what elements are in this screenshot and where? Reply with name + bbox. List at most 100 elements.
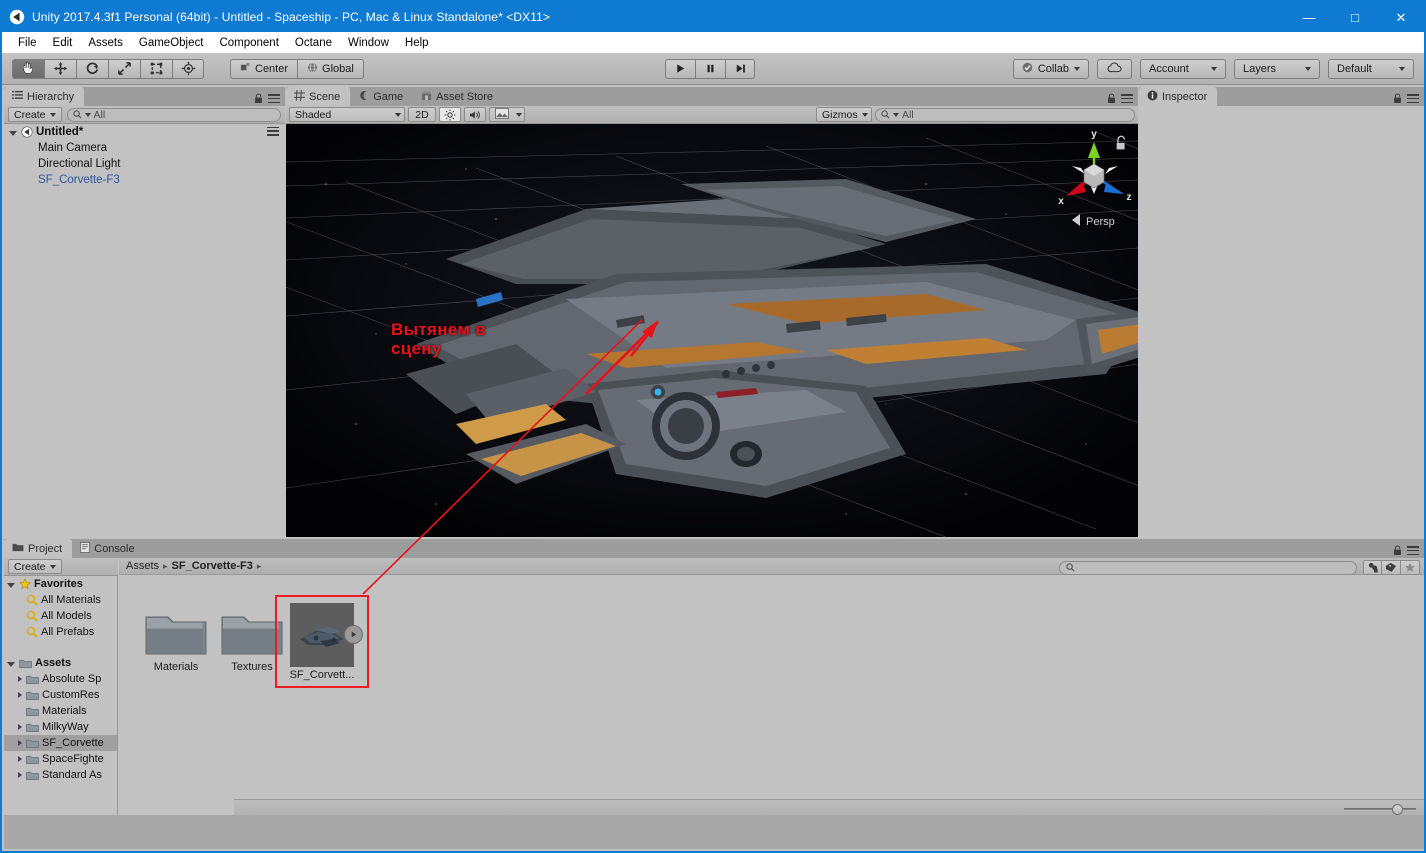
tab-console[interactable]: Console [72, 539, 145, 558]
menu-component[interactable]: Component [211, 33, 286, 52]
annotation-line-1: Вытянем в [391, 320, 486, 339]
scene-search-input[interactable]: All [875, 107, 1135, 122]
chevron-right-icon[interactable] [18, 756, 22, 762]
hierarchy-tree[interactable]: Untitled* Main Camera Directional Light … [4, 124, 285, 537]
tab-asset-store[interactable]: Asset Store [413, 87, 504, 106]
menu-octane[interactable]: Octane [287, 33, 340, 52]
scene-menu-icon[interactable] [267, 126, 279, 136]
gizmos-dropdown[interactable]: Gizmos [816, 107, 872, 122]
project-tree-all-prefabs[interactable]: All Prefabs [4, 624, 117, 640]
scale-tool-button[interactable] [108, 58, 140, 79]
panel-menu-icon[interactable] [1407, 546, 1419, 555]
minimize-button[interactable]: — [1286, 2, 1332, 32]
project-tree-customres[interactable]: CustomRes [4, 687, 117, 703]
tab-game[interactable]: Game [350, 87, 414, 106]
pause-button[interactable] [695, 58, 725, 79]
project-tree-all-materials[interactable]: All Materials [4, 592, 117, 608]
hierarchy-item-main-camera[interactable]: Main Camera [4, 140, 285, 156]
scene-audio-toggle[interactable] [464, 107, 486, 122]
chevron-right-icon[interactable] [18, 724, 22, 730]
breadcrumb-assets[interactable]: Assets [126, 560, 159, 572]
chevron-right-icon[interactable] [18, 772, 22, 778]
tab-project[interactable]: Project [4, 539, 73, 558]
scene-viewport[interactable]: Вытянем в сцену y x z Persp [286, 124, 1138, 537]
project-tree-absolute-sp[interactable]: Absolute Sp [4, 671, 117, 687]
menu-file[interactable]: File [10, 33, 45, 52]
lock-icon[interactable] [1393, 545, 1402, 556]
prefab-open-icon[interactable] [344, 625, 363, 644]
lock-icon[interactable] [254, 93, 263, 104]
account-button[interactable]: Account [1140, 58, 1226, 79]
chevron-down-icon[interactable] [9, 130, 17, 136]
scene-orientation-gizmo[interactable]: y x z Persp [1052, 124, 1136, 234]
menu-edit[interactable]: Edit [45, 33, 81, 52]
scene-lighting-toggle[interactable] [439, 107, 461, 122]
hierarchy-item-directional-light[interactable]: Directional Light [4, 156, 285, 172]
asset-zoom-slider[interactable] [1344, 802, 1416, 816]
chevron-right-icon[interactable] [18, 676, 22, 682]
tab-scene[interactable]: Scene [286, 87, 351, 106]
chevron-right-icon[interactable] [18, 740, 22, 746]
rect-tool-button[interactable] [140, 58, 172, 79]
label-filter-icon[interactable] [1382, 560, 1401, 575]
menu-assets[interactable]: Assets [80, 33, 131, 52]
panel-menu-icon[interactable] [268, 94, 280, 103]
menu-window[interactable]: Window [340, 33, 397, 52]
project-tree-spacefighter[interactable]: SpaceFighte [4, 751, 117, 767]
pivot-rotation-button[interactable]: Global [297, 58, 364, 79]
toggle-2d-button[interactable]: 2D [408, 107, 436, 122]
search-saved-icon [26, 626, 38, 638]
chevron-down-icon [516, 112, 522, 117]
tab-inspector[interactable]: Inspector [1139, 87, 1218, 106]
project-tree-milkyway[interactable]: MilkyWay [4, 719, 117, 735]
maximize-button[interactable]: □ [1332, 2, 1378, 32]
type-filter-icon[interactable] [1363, 560, 1382, 575]
hierarchy-search-input[interactable]: All [66, 107, 281, 122]
panel-menu-icon[interactable] [1407, 94, 1419, 103]
panel-menu-icon[interactable] [1121, 94, 1133, 103]
chevron-down-icon[interactable] [7, 582, 15, 588]
asset-item-sf-corvette-prefab[interactable]: SF_Corvett... [275, 595, 369, 688]
project-tree-standard-assets[interactable]: Standard As [4, 767, 117, 783]
scene-icon [21, 126, 33, 138]
project-create-button[interactable]: Create [8, 559, 62, 574]
transform-tool-button[interactable] [172, 58, 204, 79]
project-tree-assets[interactable]: Assets [4, 655, 117, 671]
cloud-services-button[interactable] [1097, 58, 1132, 79]
zoom-slider-knob[interactable] [1392, 803, 1403, 815]
lock-icon[interactable] [1393, 93, 1402, 104]
hierarchy-item-scene[interactable]: Untitled* [4, 124, 285, 140]
asset-grid[interactable]: Materials Textures SF_Corvett... [119, 593, 1424, 799]
chevron-down-icon[interactable] [7, 661, 15, 667]
hierarchy-item-label: SF_Corvette-F3 [38, 174, 120, 186]
scene-effects-dropdown[interactable] [489, 107, 525, 122]
project-tree-materials[interactable]: Materials [4, 703, 117, 719]
hierarchy-create-button[interactable]: Create [8, 107, 62, 122]
favorite-filter-icon[interactable] [1401, 560, 1420, 575]
project-tree[interactable]: Favorites All Materials All Models All P… [4, 576, 118, 817]
project-tree-favorites[interactable]: Favorites [4, 576, 117, 592]
menu-gameobject[interactable]: GameObject [131, 33, 212, 52]
layout-button[interactable]: Default [1328, 58, 1414, 79]
unity-editor-window: Unity 2017.4.3f1 Personal (64bit) - Unti… [0, 0, 1426, 853]
chevron-right-icon[interactable] [18, 692, 22, 698]
collab-button[interactable]: Collab [1012, 58, 1089, 79]
hierarchy-item-sf-corvette-f3[interactable]: SF_Corvette-F3 [4, 172, 285, 188]
project-tree-sf-corvette[interactable]: SF_Corvette [4, 735, 117, 751]
close-button[interactable]: ✕ [1378, 2, 1424, 32]
project-search-input[interactable] [1059, 560, 1357, 575]
play-button[interactable] [665, 58, 695, 79]
project-tree-all-models[interactable]: All Models [4, 608, 117, 624]
hand-tool-button[interactable] [12, 58, 44, 79]
star-icon [19, 578, 31, 590]
pivot-mode-button[interactable]: Center [230, 58, 298, 79]
rotate-tool-button[interactable] [76, 58, 108, 79]
move-tool-button[interactable] [44, 58, 76, 79]
lock-icon[interactable] [1107, 93, 1116, 104]
pivot-mode-label: Center [255, 62, 289, 75]
step-button[interactable] [725, 58, 755, 79]
layers-button[interactable]: Layers [1234, 58, 1320, 79]
draw-mode-dropdown[interactable]: Shaded [289, 107, 405, 122]
tab-hierarchy[interactable]: Hierarchy [4, 87, 85, 106]
menu-help[interactable]: Help [397, 33, 437, 52]
